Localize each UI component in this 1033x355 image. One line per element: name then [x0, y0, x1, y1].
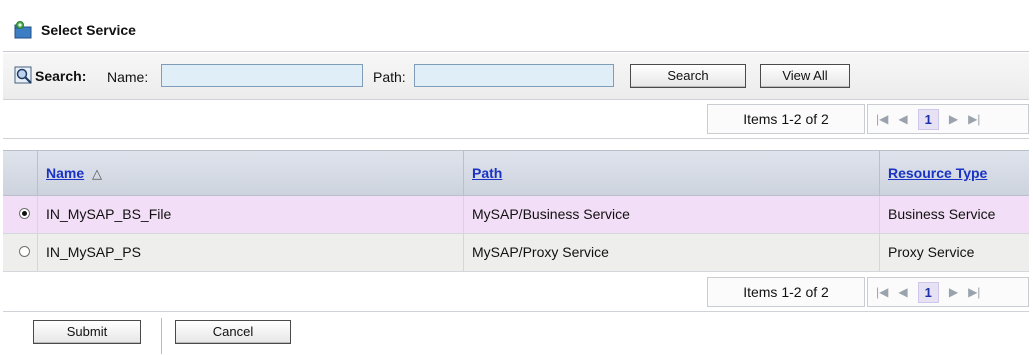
row-resource-type: Proxy Service [879, 234, 1029, 271]
page-title: Select Service [41, 21, 136, 38]
pagination-bottom: |◀ ◀ 1 ▶ ▶| [867, 277, 1029, 307]
row-select-cell [3, 196, 37, 233]
items-count: Items 1-2 of 2 [707, 104, 865, 134]
cancel-button[interactable]: Cancel [175, 320, 291, 344]
last-page-icon[interactable]: ▶| [968, 113, 980, 125]
column-header-resource-type[interactable]: Resource Type [879, 151, 1029, 195]
pagination-top: |◀ ◀ 1 ▶ ▶| [867, 104, 1029, 134]
select-service-panel: Select Service Search: Name: Path: Searc… [3, 8, 1029, 354]
table-row[interactable]: IN_MySAP_BS_File MySAP/Business Service … [3, 196, 1029, 234]
pager-row-top: Items 1-2 of 2 |◀ ◀ 1 ▶ ▶| [3, 100, 1029, 139]
prev-page-icon[interactable]: ◀ [898, 113, 907, 125]
title-bar: Select Service [3, 8, 1029, 52]
table-header: Name △ Path Resource Type [3, 150, 1029, 196]
name-search-input[interactable] [161, 64, 363, 87]
table-row[interactable]: IN_MySAP_PS MySAP/Proxy Service Proxy Se… [3, 234, 1029, 272]
sort-ascending-icon: △ [92, 166, 103, 181]
last-page-icon[interactable]: ▶| [968, 286, 980, 298]
row-path: MySAP/Business Service [463, 196, 879, 233]
search-label: Search: [35, 68, 87, 84]
current-page[interactable]: 1 [917, 108, 939, 130]
footer-actions: Submit Cancel [3, 312, 1029, 354]
path-label: Path: [373, 69, 406, 85]
next-page-icon[interactable]: ▶ [949, 113, 958, 125]
sort-resource-type-link[interactable]: Resource Type [888, 165, 987, 181]
select-column-header [3, 151, 37, 195]
view-all-button[interactable]: View All [760, 64, 850, 88]
column-header-path[interactable]: Path [463, 151, 879, 195]
name-label: Name: [107, 69, 149, 85]
first-page-icon[interactable]: |◀ [876, 286, 888, 298]
row-name: IN_MySAP_BS_File [37, 196, 463, 233]
column-header-name[interactable]: Name △ [37, 151, 463, 195]
service-folder-icon [13, 20, 33, 39]
sort-path-link[interactable]: Path [472, 165, 502, 181]
sort-name-link[interactable]: Name [46, 165, 84, 181]
search-icon [14, 66, 34, 85]
row-select-cell [3, 234, 37, 271]
search-bar: Search: Name: Path: Search View All [3, 53, 1029, 100]
submit-button[interactable]: Submit [33, 320, 141, 344]
row-name: IN_MySAP_PS [37, 234, 463, 271]
radio-selected-icon[interactable] [19, 208, 30, 219]
first-page-icon[interactable]: |◀ [876, 113, 888, 125]
prev-page-icon[interactable]: ◀ [898, 286, 907, 298]
button-divider [161, 318, 162, 354]
search-button[interactable]: Search [630, 64, 746, 88]
path-search-input[interactable] [414, 64, 614, 87]
row-path: MySAP/Proxy Service [463, 234, 879, 271]
items-count: Items 1-2 of 2 [707, 277, 865, 307]
row-resource-type: Business Service [879, 196, 1029, 233]
pager-row-bottom: Items 1-2 of 2 |◀ ◀ 1 ▶ ▶| [3, 273, 1029, 312]
radio-unselected-icon[interactable] [19, 246, 30, 257]
current-page[interactable]: 1 [917, 281, 939, 303]
next-page-icon[interactable]: ▶ [949, 286, 958, 298]
